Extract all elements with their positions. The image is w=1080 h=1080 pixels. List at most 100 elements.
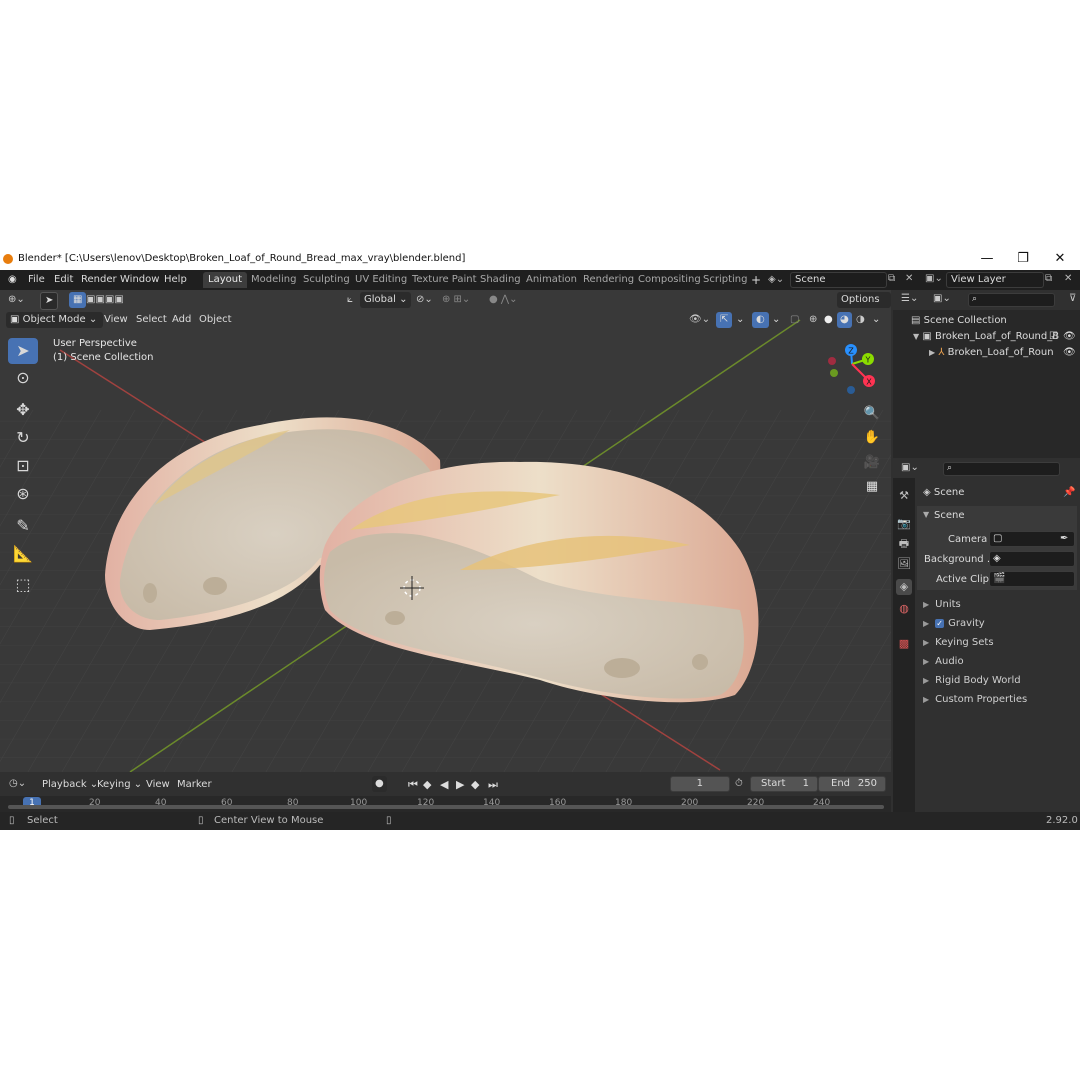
- jump-start-icon[interactable]: ⏮: [408, 778, 418, 792]
- scene-tab-icon[interactable]: ◈: [896, 579, 912, 595]
- tab-uv-editing[interactable]: UV Editing: [350, 272, 412, 288]
- timeline-menu-marker[interactable]: Marker: [177, 779, 212, 790]
- tool-tab-icon[interactable]: ⚒: [896, 488, 912, 504]
- select-mode-icons[interactable]: ▣▣▣▣: [86, 294, 124, 305]
- timeline-editor-icon[interactable]: ◷⌄: [9, 778, 26, 789]
- menu-help[interactable]: Help: [164, 274, 187, 285]
- add-workspace-button[interactable]: +: [751, 273, 761, 287]
- proportional-edit-icon[interactable]: ● ⋀⌄: [489, 294, 518, 305]
- tab-shading[interactable]: Shading: [475, 272, 526, 288]
- delete-view-layer-icon[interactable]: ✕: [1064, 273, 1072, 284]
- solid-shading-icon[interactable]: ●: [824, 314, 833, 325]
- material-shading-icon[interactable]: ◕: [837, 312, 852, 328]
- shading-dropdown-icon[interactable]: ⌄: [872, 314, 880, 325]
- viewport-menu-view[interactable]: View: [104, 314, 128, 325]
- gravity-checkbox[interactable]: ✓: [935, 619, 945, 628]
- camera-field[interactable]: ▢ ✒: [989, 531, 1075, 547]
- section-rigid-body-world[interactable]: ▶ Rigid Body World: [923, 675, 1021, 686]
- annotate-tool[interactable]: ✎: [8, 513, 38, 539]
- texture-tab-icon[interactable]: ▩: [896, 636, 912, 652]
- current-frame-field[interactable]: 1: [670, 776, 730, 792]
- pan-hand-icon[interactable]: ✋: [861, 427, 883, 449]
- outliner-item-object[interactable]: ▶ ⅄ Broken_Loaf_of_Roun 👁: [929, 347, 1078, 358]
- gizmo-toggle-icon[interactable]: ⇱: [716, 312, 733, 328]
- scene-selector-icon[interactable]: ◈⌄: [768, 274, 784, 285]
- menu-edit[interactable]: Edit: [54, 274, 73, 285]
- display-mode-icon[interactable]: ▣⌄: [933, 293, 951, 304]
- scale-tool[interactable]: ⊡: [8, 453, 38, 479]
- tab-scripting[interactable]: Scripting: [698, 272, 752, 288]
- tab-texture-paint[interactable]: Texture Paint: [407, 272, 482, 288]
- maximize-button[interactable]: ❐: [1013, 251, 1033, 267]
- background-field[interactable]: ◈: [989, 551, 1075, 567]
- stopwatch-icon[interactable]: ⏱: [735, 778, 743, 789]
- output-tab-icon[interactable]: 🖶: [896, 536, 912, 552]
- tab-modeling[interactable]: Modeling: [246, 272, 302, 288]
- view-layer-field[interactable]: View Layer: [946, 272, 1044, 288]
- blender-menu-icon[interactable]: ◉: [8, 274, 17, 285]
- eyedropper-icon[interactable]: ✒: [1060, 533, 1068, 544]
- section-units[interactable]: ▶ Units: [923, 599, 961, 610]
- next-keyframe-icon[interactable]: ◆: [471, 778, 479, 791]
- snap-icon[interactable]: ⊕ ⊞⌄: [442, 294, 470, 305]
- collapse-arrow-icon[interactable]: ▶: [929, 348, 935, 357]
- filter-icon[interactable]: ⊽: [1069, 293, 1076, 304]
- tab-layout[interactable]: Layout: [203, 272, 247, 288]
- measure-tool[interactable]: 📐: [8, 541, 38, 567]
- zoom-icon[interactable]: 🔍: [861, 403, 883, 425]
- close-button[interactable]: ✕: [1050, 251, 1070, 267]
- jump-end-icon[interactable]: ⏭: [488, 778, 498, 792]
- pin-icon[interactable]: 📌: [1063, 487, 1075, 498]
- prev-keyframe-icon[interactable]: ◆: [423, 778, 431, 791]
- outliner-search-input[interactable]: ⌕: [968, 293, 1055, 307]
- properties-editor-icon[interactable]: ▣⌄: [901, 462, 919, 473]
- minimize-button[interactable]: —: [977, 251, 997, 267]
- section-gravity[interactable]: ▶ ✓ Gravity: [923, 618, 985, 629]
- visibility-icon[interactable]: 👁⌄: [689, 314, 710, 325]
- eye-icon[interactable]: 👁: [1063, 347, 1076, 358]
- add-cube-tool[interactable]: ⬚: [8, 572, 38, 598]
- scene-panel-header[interactable]: ▼ Scene: [917, 506, 1077, 526]
- tab-compositing[interactable]: Compositing: [633, 272, 706, 288]
- cursor-tool[interactable]: ⊙: [8, 365, 38, 391]
- gizmo-dropdown-icon[interactable]: ⌄: [736, 314, 744, 325]
- expand-arrow-icon[interactable]: ▼: [913, 332, 919, 341]
- eye-icon[interactable]: 👁: [1063, 331, 1076, 342]
- exclude-checkbox-icon[interactable]: ☑: [1049, 331, 1058, 342]
- viewport-menu-add[interactable]: Add: [172, 314, 191, 325]
- new-view-layer-icon[interactable]: ⧉: [1045, 273, 1052, 284]
- outliner-item-collection[interactable]: ▼ ▣ Broken_Loaf_of_Round_B ☑ 👁: [913, 331, 1078, 342]
- record-keyframe-button[interactable]: ●: [372, 776, 387, 792]
- section-custom-properties[interactable]: ▶ Custom Properties: [923, 694, 1027, 705]
- rendered-shading-icon[interactable]: ◑: [856, 314, 865, 325]
- world-tab-icon[interactable]: ◍: [896, 601, 912, 617]
- section-keying-sets[interactable]: ▶ Keying Sets: [923, 637, 994, 648]
- scene-field[interactable]: Scene: [790, 272, 887, 288]
- tab-sculpting[interactable]: Sculpting: [298, 272, 355, 288]
- select-box-tool[interactable]: ➤: [8, 338, 38, 364]
- timeline-menu-view[interactable]: View: [146, 779, 170, 790]
- overlay-toggle-icon[interactable]: ◐: [752, 312, 769, 328]
- view-layer-icon[interactable]: ▣⌄: [925, 273, 943, 284]
- select-tool-icon[interactable]: ➤: [40, 292, 59, 310]
- active-clip-field[interactable]: 🎬: [989, 571, 1075, 587]
- frame-ruler[interactable]: 1 20 40 60 80 100 120 140 160 180 200 22…: [0, 796, 891, 812]
- navigation-gizmo[interactable]: Z Y X: [828, 344, 875, 394]
- transform-tool[interactable]: ⊛: [8, 481, 38, 507]
- pivot-point-icon[interactable]: ⊘⌄: [416, 294, 433, 305]
- transform-orientation-dropdown[interactable]: Global ⌄: [360, 292, 412, 308]
- menu-file[interactable]: File: [28, 274, 45, 285]
- timeline-scrollbar[interactable]: [8, 805, 884, 809]
- xray-icon[interactable]: ▢: [790, 314, 799, 325]
- delete-scene-icon[interactable]: ✕: [905, 273, 913, 284]
- section-audio[interactable]: ▶ Audio: [923, 656, 964, 667]
- new-scene-icon[interactable]: ⧉: [888, 273, 895, 284]
- render-tab-icon[interactable]: 📷: [896, 516, 912, 532]
- viewport-menu-select[interactable]: Select: [136, 314, 167, 325]
- play-icon[interactable]: ▶: [456, 778, 464, 791]
- viewport-menu-object[interactable]: Object: [199, 314, 232, 325]
- start-frame-field[interactable]: Start 1: [750, 776, 818, 792]
- object-mode-dropdown[interactable]: ▣ Object Mode ⌄: [6, 312, 104, 328]
- perspective-grid-icon[interactable]: ▦: [861, 476, 883, 498]
- wireframe-shading-icon[interactable]: ⊕: [809, 314, 817, 325]
